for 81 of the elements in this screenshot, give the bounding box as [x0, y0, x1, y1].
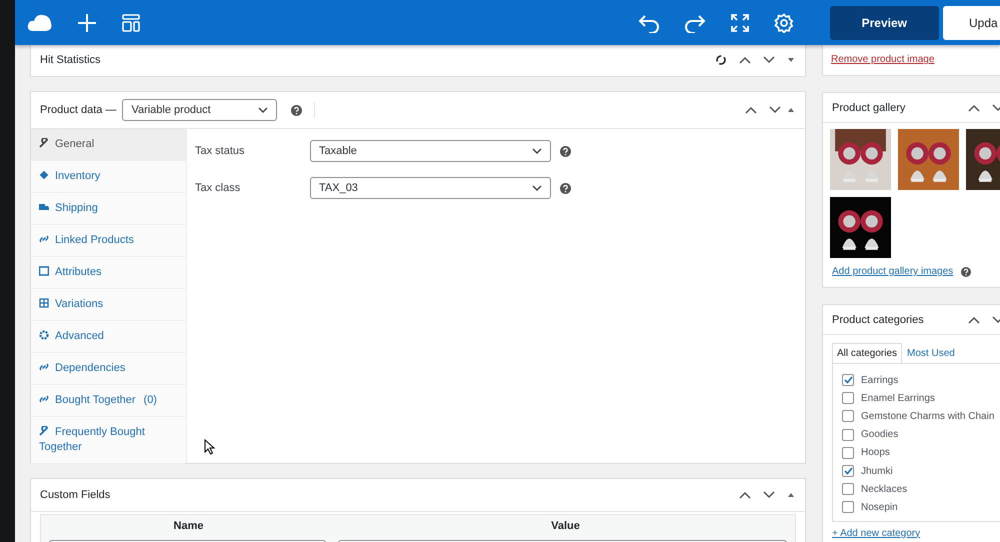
- column-header: Name: [172, 520, 204, 532]
- product-data-tab[interactable]: General: [31, 129, 186, 161]
- checkbox[interactable]: [842, 428, 854, 441]
- category-label: Enamel Earrings: [861, 392, 935, 404]
- chevron-up-icon[interactable]: [739, 56, 751, 64]
- checkbox[interactable]: [842, 410, 854, 422]
- caret-icon: [532, 148, 542, 154]
- wrench-icon: [39, 138, 49, 148]
- checkbox[interactable]: [842, 483, 854, 496]
- fullscreen-icon[interactable]: [730, 12, 750, 32]
- product-data-tab[interactable]: Inventory: [31, 161, 186, 193]
- category-label: Gemstone Charms with Chain: [861, 410, 994, 422]
- category-tab[interactable]: All categories: [832, 343, 902, 363]
- layout-icon[interactable]: [121, 12, 141, 32]
- field-label: Tax class: [195, 182, 242, 194]
- panel-title: Hit Statistics: [40, 54, 101, 66]
- grid-icon: [39, 298, 49, 308]
- tag-icon: [39, 170, 49, 180]
- product-data-tab[interactable]: Bought Together (0): [31, 385, 186, 417]
- product-data-tab[interactable]: Shipping: [31, 193, 186, 225]
- table-icon: [39, 266, 49, 276]
- category-label: Jhumki: [861, 466, 893, 477]
- product-data-tab[interactable]: Advanced: [31, 321, 186, 353]
- column-header: Value: [550, 520, 581, 532]
- category-label: Earrings: [861, 374, 898, 386]
- select-field[interactable]: TAX_03: [310, 177, 551, 199]
- category-label: Goodies: [861, 429, 898, 440]
- panel-title: Custom Fields: [40, 489, 110, 501]
- caret-icon: [532, 185, 542, 191]
- category-label: Necklaces: [861, 484, 908, 495]
- triangle-up-icon[interactable]: [787, 107, 795, 113]
- checkbox[interactable]: [842, 374, 854, 386]
- triangle-down-icon[interactable]: [787, 57, 795, 63]
- product-type-select[interactable]: Variable product: [122, 99, 278, 121]
- wrench-icon: [39, 426, 49, 436]
- gear-icon: [39, 330, 49, 340]
- product-data-tab[interactable]: Dependencies: [31, 353, 186, 385]
- panel-title: Product gallery: [832, 102, 906, 114]
- chevron-up-icon[interactable]: [968, 104, 980, 112]
- cloud-logo-icon[interactable]: [27, 12, 53, 32]
- product-data-tab[interactable]: Attributes: [31, 257, 186, 289]
- chevron-up-icon[interactable]: [745, 106, 757, 114]
- link-icon: [39, 394, 49, 404]
- category-label: Nosepin: [861, 502, 898, 513]
- truck-icon: [39, 202, 49, 212]
- product-data-tab[interactable]: Linked Products: [31, 225, 186, 257]
- checkbox[interactable]: [842, 392, 854, 404]
- caret-icon: [258, 107, 268, 113]
- triangle-up-icon[interactable]: [787, 492, 795, 498]
- chevron-down-icon[interactable]: [763, 491, 775, 499]
- link-icon: [39, 234, 49, 244]
- link-icon: [39, 362, 49, 372]
- add-category-link[interactable]: + Add new category: [823, 522, 1000, 542]
- settings-icon[interactable]: [774, 12, 794, 32]
- help-icon[interactable]: [560, 146, 571, 156]
- chevron-up-icon[interactable]: [739, 491, 751, 499]
- plus-icon[interactable]: [77, 12, 97, 32]
- category-label: Hoops: [861, 447, 890, 458]
- toolbar-button[interactable]: Preview: [830, 6, 939, 40]
- toolbar-button[interactable]: Upda: [943, 6, 1000, 40]
- spinner-icon: [715, 54, 727, 66]
- panel-title: Product data —: [40, 104, 116, 116]
- chevron-down-icon[interactable]: [763, 56, 775, 64]
- product-data-tab[interactable]: Frequently Bought Together: [31, 417, 186, 464]
- chevron-down-icon[interactable]: [769, 106, 781, 114]
- panel-title: Product categories: [832, 314, 924, 326]
- help-icon[interactable]: [560, 182, 571, 194]
- category-tab[interactable]: Most Used: [902, 343, 960, 363]
- chevron-up-icon[interactable]: [968, 316, 980, 324]
- checkbox[interactable]: [842, 465, 854, 478]
- select-field[interactable]: Taxable: [310, 140, 551, 162]
- help-icon[interactable]: [291, 104, 302, 116]
- field-label: Tax status: [195, 145, 246, 157]
- checkbox[interactable]: [842, 446, 854, 459]
- checkbox[interactable]: [842, 501, 854, 514]
- product-data-tab[interactable]: Variations: [31, 289, 186, 321]
- help-icon[interactable]: [961, 266, 972, 276]
- undo-icon[interactable]: [638, 12, 660, 32]
- add-gallery-images-link[interactable]: Add product gallery images: [832, 266, 954, 277]
- mouse-cursor-icon: [204, 439, 215, 455]
- redo-icon[interactable]: [684, 12, 706, 32]
